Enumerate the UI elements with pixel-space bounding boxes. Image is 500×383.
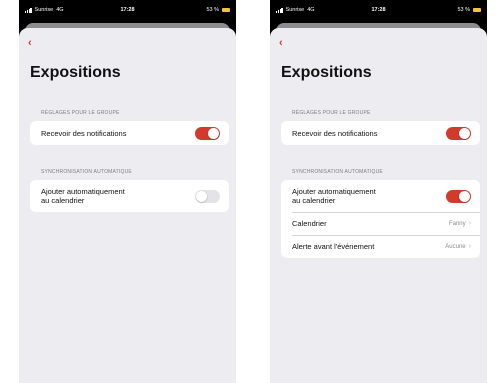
phone-screen-right: Sunrise 4G 17:28 53 % ‹ Expositions RÉGL…: [270, 0, 487, 383]
group-settings: Recevoir des notifications: [281, 121, 480, 145]
notifications-row: Recevoir des notifications: [281, 121, 480, 145]
chevron-right-icon: ›: [468, 220, 471, 227]
page-title: Expositions: [30, 64, 121, 81]
back-button[interactable]: ‹: [279, 37, 287, 49]
section-header-group: RÉGLAGES POUR LE GROUPE: [41, 110, 120, 116]
notifications-toggle[interactable]: [195, 126, 220, 140]
phone-screen-left: Sunrise 4G 17:28 53 % ‹ Expositions RÉGL…: [19, 0, 236, 383]
status-bar: Sunrise 4G 17:28 53 %: [270, 0, 487, 20]
battery-icon: [222, 8, 230, 12]
calendar-sync-row: Ajouter automatiquement au calendrier: [30, 180, 229, 212]
calendar-select-row[interactable]: Calendrier Fanny ›: [281, 212, 480, 235]
settings-sheet: ‹ Expositions RÉGLAGES POUR LE GROUPE Re…: [19, 28, 236, 383]
back-button[interactable]: ‹: [28, 37, 36, 49]
calendar-select-value: Fanny: [448, 220, 466, 227]
page-title: Expositions: [281, 64, 372, 81]
calendar-sync-toggle[interactable]: [446, 189, 471, 203]
notifications-toggle[interactable]: [446, 126, 471, 140]
alert-label: Alerte avant l'événement: [292, 242, 375, 251]
status-bar: Sunrise 4G 17:28 53 %: [19, 0, 236, 20]
alert-value: Aucune: [445, 243, 466, 250]
notifications-row: Recevoir des notifications: [30, 121, 229, 145]
battery-percent: 53 %: [457, 7, 470, 13]
calendar-sync-row: Ajouter automatiquement au calendrier: [281, 180, 480, 212]
notifications-label: Recevoir des notifications: [292, 128, 378, 138]
calendar-select-label: Calendrier: [292, 219, 327, 228]
chevron-left-icon: ‹: [28, 37, 32, 49]
battery-percent: 53 %: [206, 7, 219, 13]
chevron-right-icon: ›: [468, 243, 471, 250]
battery-icon: [473, 8, 481, 12]
status-time: 17:28: [120, 7, 135, 13]
section-header-sync: SYNCHRONISATION AUTOMATIQUE: [292, 169, 383, 175]
sync-settings: Ajouter automatiquement au calendrier Cal…: [281, 180, 480, 258]
notifications-label: Recevoir des notifications: [41, 128, 127, 138]
calendar-sync-toggle[interactable]: [195, 189, 220, 203]
battery-group: 53 %: [206, 7, 230, 13]
status-time: 17:28: [371, 7, 386, 13]
section-header-sync: SYNCHRONISATION AUTOMATIQUE: [41, 169, 132, 175]
sync-settings: Ajouter automatiquement au calendrier: [30, 180, 229, 212]
calendar-sync-label: Ajouter automatiquement au calendrier: [41, 187, 125, 205]
calendar-sync-label: Ajouter automatiquement au calendrier: [292, 187, 376, 205]
settings-sheet: ‹ Expositions RÉGLAGES POUR LE GROUPE Re…: [270, 28, 487, 383]
battery-group: 53 %: [457, 7, 481, 13]
alert-row[interactable]: Alerte avant l'événement Aucune ›: [281, 235, 480, 258]
chevron-left-icon: ‹: [279, 37, 283, 49]
section-header-group: RÉGLAGES POUR LE GROUPE: [292, 110, 371, 116]
group-settings: Recevoir des notifications: [30, 121, 229, 145]
